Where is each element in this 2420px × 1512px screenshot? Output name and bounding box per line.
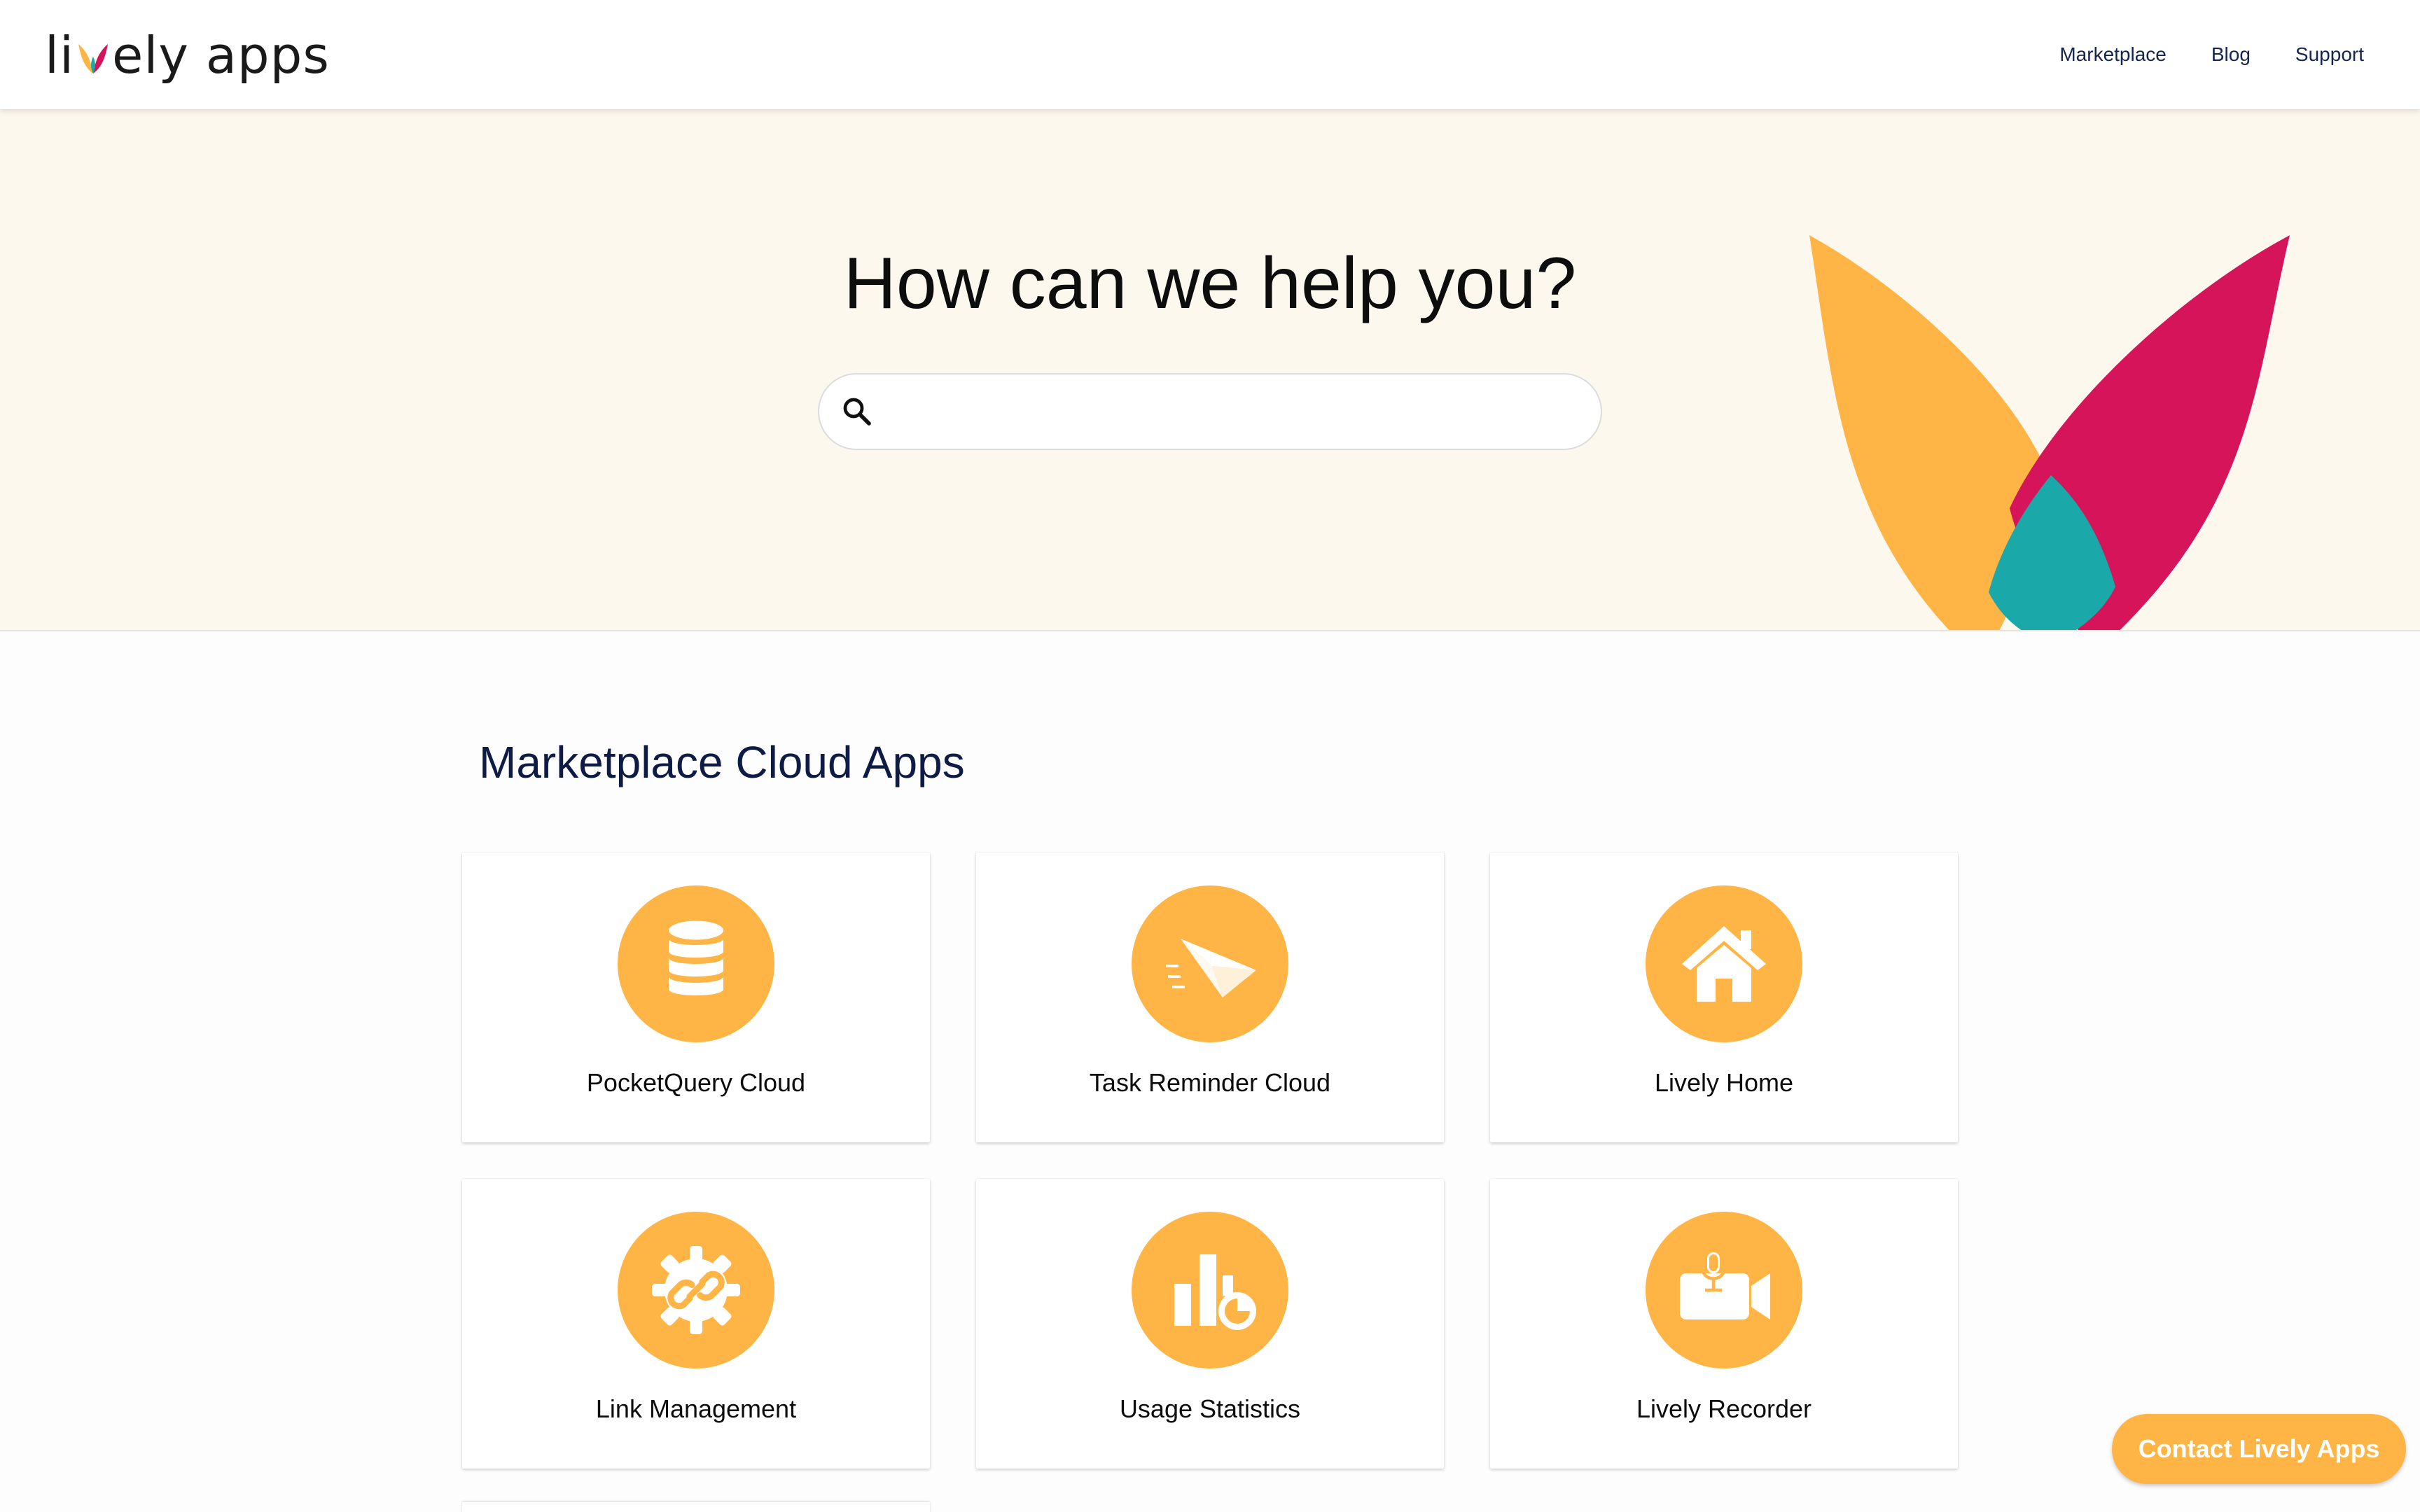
top-header: li ely apps Marketplace Blog Support <box>0 0 2420 109</box>
app-card-label: Link Management <box>595 1394 797 1423</box>
page: li ely apps Marketplace Blog Support How… <box>0 0 2420 1512</box>
gear-link-icon <box>618 1212 774 1368</box>
search-icon <box>843 398 871 426</box>
video-mic-icon <box>1646 1212 1802 1368</box>
nav-blog-link[interactable]: Blog <box>2211 43 2251 66</box>
app-card-pocketquery[interactable]: PocketQuery Cloud <box>462 853 930 1142</box>
nav-support-link[interactable]: Support <box>2295 43 2364 66</box>
app-card-usage-statistics[interactable]: Usage Statistics <box>976 1179 1444 1469</box>
house-icon <box>1646 886 1802 1042</box>
app-card-label: Task Reminder Cloud <box>1089 1068 1331 1097</box>
app-card-link-management[interactable]: Link Management <box>462 1179 930 1469</box>
bar-chart-icon <box>1132 1212 1288 1368</box>
logo-text-part-b: ely apps <box>112 26 330 85</box>
search-input[interactable] <box>874 374 1601 449</box>
app-card-lively-home[interactable]: Lively Home <box>1490 853 1958 1142</box>
app-card-partial[interactable] <box>462 1502 930 1512</box>
contact-lively-apps-button[interactable]: Contact Lively Apps <box>2112 1414 2406 1484</box>
section-title: Marketplace Cloud Apps <box>479 737 965 788</box>
logo-leaf-icon <box>78 44 109 74</box>
app-card-lively-recorder[interactable]: Lively Recorder <box>1490 1179 1958 1469</box>
logo-text-part-a: li <box>45 26 75 85</box>
nav-marketplace-link[interactable]: Marketplace <box>2059 43 2167 66</box>
app-card-task-reminder[interactable]: Task Reminder Cloud <box>976 853 1444 1142</box>
app-card-label: Lively Recorder <box>1636 1394 1812 1423</box>
app-card-label: Lively Home <box>1654 1068 1794 1097</box>
main-nav: Marketplace Blog Support <box>2059 35 2364 74</box>
app-card-label: PocketQuery Cloud <box>586 1068 806 1097</box>
database-icon <box>618 886 774 1042</box>
lively-leaf-graphic <box>1809 235 2290 630</box>
paper-plane-icon <box>1132 886 1288 1042</box>
app-card-label: Usage Statistics <box>1119 1394 1301 1423</box>
hero-banner: How can we help you? <box>0 109 2420 631</box>
search-bar[interactable] <box>818 373 1602 450</box>
lively-apps-logo[interactable]: li ely apps <box>45 24 330 87</box>
